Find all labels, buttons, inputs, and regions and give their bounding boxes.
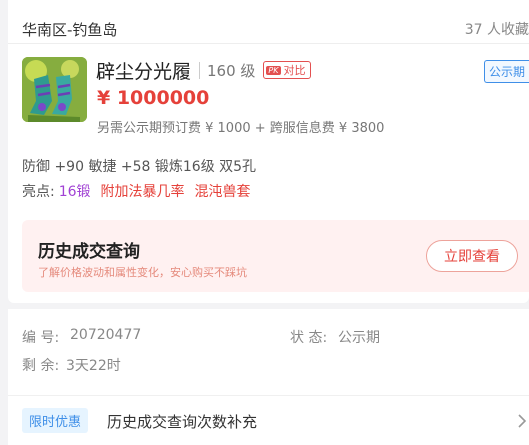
listing-id-label: 编 号: <box>22 330 60 346</box>
item-highlights: 亮点: 16锻 附加法暴几率 混沌兽套 <box>22 181 261 201</box>
history-subtitle: 了解价格波动和属性变化，安心购买不踩坑 <box>38 266 247 279</box>
server-name: 华南区-钓鱼岛 <box>22 21 118 39</box>
listing-status-label: 状 态: <box>290 330 328 346</box>
highlight-tag: 附加法暴几率 <box>100 184 185 200</box>
item-card: 华南区-钓鱼岛 37 人收藏 辟尘分光履 160 级 PK 对比 公示期 ¥ 1… <box>8 0 529 303</box>
view-history-button[interactable]: 立即查看 <box>426 240 518 272</box>
item-level: 160 级 <box>207 61 256 80</box>
item-image[interactable] <box>22 57 87 122</box>
history-title: 历史成交查询 <box>38 242 140 262</box>
listing-status-value: 公示期 <box>338 330 380 346</box>
history-query-banner: 历史成交查询 了解价格波动和属性变化，安心购买不踩坑 立即查看 <box>22 220 529 292</box>
title-divider <box>199 61 201 79</box>
card-header: 华南区-钓鱼岛 37 人收藏 <box>8 0 529 44</box>
extra-fees: 另需公示期预订费 ¥ 1000 + 跨服信息费 ¥ 3800 <box>97 121 385 136</box>
favorites-count[interactable]: 37 人收藏 <box>465 19 529 39</box>
highlight-tag: 16锻 <box>58 184 91 200</box>
item-title-row: 辟尘分光履 160 级 PK 对比 <box>96 58 311 83</box>
item-name: 辟尘分光履 <box>96 60 192 83</box>
item-price: ¥ 1000000 <box>97 87 210 109</box>
boots-image-icon <box>22 57 87 122</box>
highlights-label: 亮点: <box>22 184 55 200</box>
pk-icon: PK <box>266 65 281 75</box>
remaining-value: 3天22时 <box>66 358 121 374</box>
promo-text: 历史成交查询次数补充 <box>107 413 258 431</box>
status-badge: 公示期 <box>483 60 529 83</box>
item-attributes: 防御 +90 敏捷 +58 锻炼16级 双5孔 <box>22 159 257 175</box>
highlight-tag: 混沌兽套 <box>194 184 251 200</box>
chevron-right-icon <box>518 414 527 428</box>
remaining-label: 剩 余: <box>22 358 60 374</box>
listing-id-value: 20720477 <box>70 327 142 343</box>
compare-label: 对比 <box>283 64 306 77</box>
compare-button[interactable]: PK 对比 <box>263 61 311 79</box>
promo-tag: 限时优惠 <box>22 408 89 433</box>
listing-info: 编 号: 20720477 状 态: 公示期 剩 余: 3天22时 <box>8 309 529 395</box>
promo-row[interactable]: 限时优惠 历史成交查询次数补充 <box>8 395 529 445</box>
